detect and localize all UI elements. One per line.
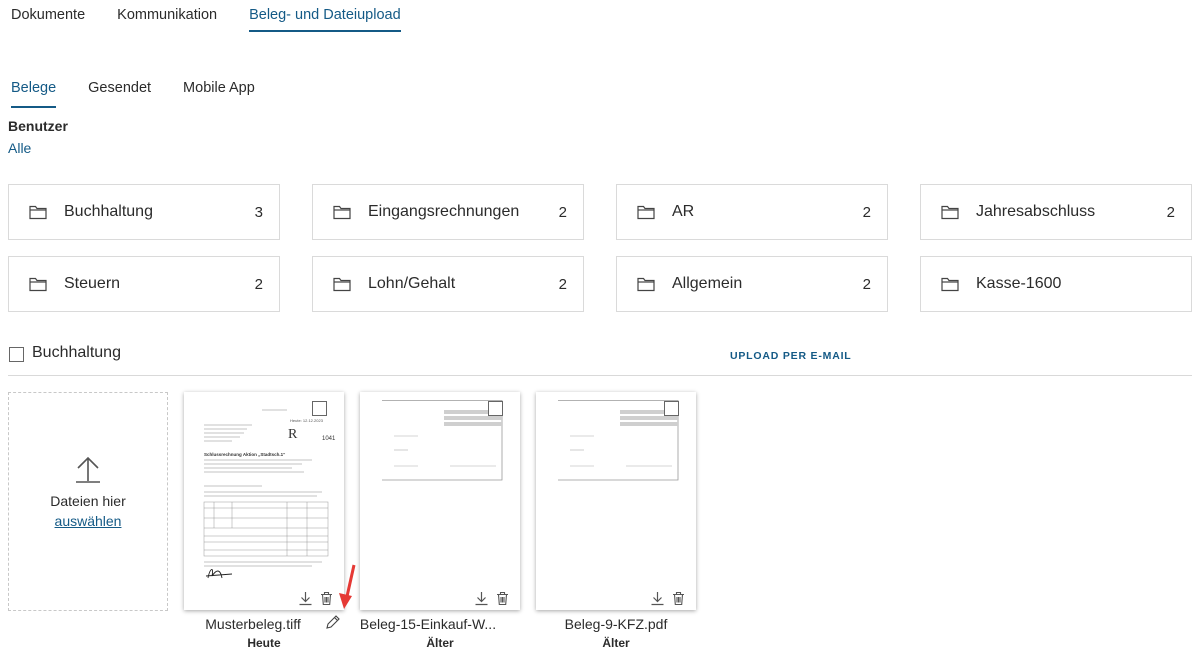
document-select-checkbox[interactable] [488,401,503,416]
download-icon[interactable] [650,591,665,606]
folder-name: Lohn/Gehalt [368,275,456,292]
document-thumbnail: Schlussrechnung Aktion „Stadtsch.1“ Heut… [192,400,336,580]
folder-name: Jahresabschluss [976,203,1096,220]
thumb-title: Schlussrechnung Aktion „Stadtsch.1“ [204,452,285,457]
document-filename: Musterbeleg.tiff [205,616,301,632]
document-date: Älter [602,636,630,650]
document-actions [298,591,334,606]
folder-icon [637,205,655,220]
folder-count: 2 [1166,203,1175,221]
folder-eingangsrechnungen[interactable]: Eingangsrechnungen 2 [312,184,584,240]
trash-icon[interactable] [671,591,686,606]
thumb-number: 1041 [322,436,336,442]
user-filter-label: Benutzer [8,118,68,134]
folder-icon [941,205,959,220]
folder-ar[interactable]: AR 2 [616,184,888,240]
folder-icon [941,277,959,292]
document-card[interactable] [536,392,696,610]
download-icon[interactable] [298,591,313,606]
document-actions [650,591,686,606]
document-filename: Beleg-15-Einkauf-W... [359,616,497,632]
section-header: Buchhaltung UPLOAD PER E-MAIL [8,344,1192,376]
trash-icon[interactable] [319,591,334,606]
folder-name: AR [672,203,695,220]
thumb-date: Heute: 12.12.2023 [290,418,324,423]
section-title: Buchhaltung [32,344,121,361]
document-card[interactable]: Schlussrechnung Aktion „Stadtsch.1“ Heut… [184,392,344,610]
folder-count: 2 [558,275,567,293]
select-all-checkbox[interactable] [9,347,24,362]
dropzone-text: Dateien hier [50,493,126,509]
document-select-checkbox[interactable] [664,401,679,416]
top-tab-bar: Dokumente Kommunikation Beleg- und Datei… [0,0,401,34]
sub-tab-bar: Belege Gesendet Mobile App [0,78,255,108]
pencil-icon[interactable] [325,614,341,630]
folder-buchhaltung[interactable]: Buchhaltung 3 [8,184,280,240]
folder-name: Eingangsrechnungen [368,203,520,220]
upload-arrow-icon [76,456,100,483]
tab-mobile-app[interactable]: Mobile App [183,78,255,108]
thumb-stamp: R [288,427,298,442]
folder-count: 3 [254,203,263,221]
folder-count: 2 [254,275,263,293]
folder-jahresabschluss[interactable]: Jahresabschluss 2 [920,184,1192,240]
folder-kasse-1600[interactable]: Kasse-1600 [920,256,1192,312]
folder-count: 2 [862,275,871,293]
choose-files-link[interactable]: auswählen [9,513,167,529]
download-icon[interactable] [474,591,489,606]
document-select-checkbox[interactable] [312,401,327,416]
folder-lohn-gehalt[interactable]: Lohn/Gehalt 2 [312,256,584,312]
folder-icon [29,205,47,220]
user-filter-value[interactable]: Alle [8,140,31,156]
tab-beleg-und-dateiupload[interactable]: Beleg- und Dateiupload [249,0,401,32]
trash-icon[interactable] [495,591,510,606]
tab-kommunikation[interactable]: Kommunikation [117,0,217,32]
folder-icon [333,277,351,292]
file-dropzone[interactable]: Dateien hier auswählen [8,392,168,611]
folder-count: 2 [558,203,567,221]
folder-name: Kasse-1600 [976,275,1062,292]
annotation-arrow-icon [339,564,356,609]
document-actions [474,591,510,606]
document-date: Heute [247,636,281,650]
folder-count: 2 [862,203,871,221]
document-card[interactable] [360,392,520,610]
folder-allgemein[interactable]: Allgemein 2 [616,256,888,312]
folder-icon [637,277,655,292]
folder-name: Steuern [64,275,121,292]
document-filename: Beleg-9-KFZ.pdf [564,616,668,632]
document-thumbnail [368,400,512,580]
tab-dokumente[interactable]: Dokumente [11,0,85,32]
upload-per-email-link[interactable]: UPLOAD PER E-MAIL [730,350,852,362]
folder-name: Allgemein [672,275,743,292]
folder-icon [29,277,47,292]
document-date: Älter [426,636,454,650]
tab-gesendet[interactable]: Gesendet [88,78,151,108]
folder-grid: Buchhaltung 3 Eingangsrechnungen 2 AR 2 … [8,184,1192,312]
document-thumbnail [544,400,688,580]
folder-name: Buchhaltung [64,203,153,220]
folder-steuern[interactable]: Steuern 2 [8,256,280,312]
folder-icon [333,205,351,220]
tab-belege[interactable]: Belege [11,78,57,108]
